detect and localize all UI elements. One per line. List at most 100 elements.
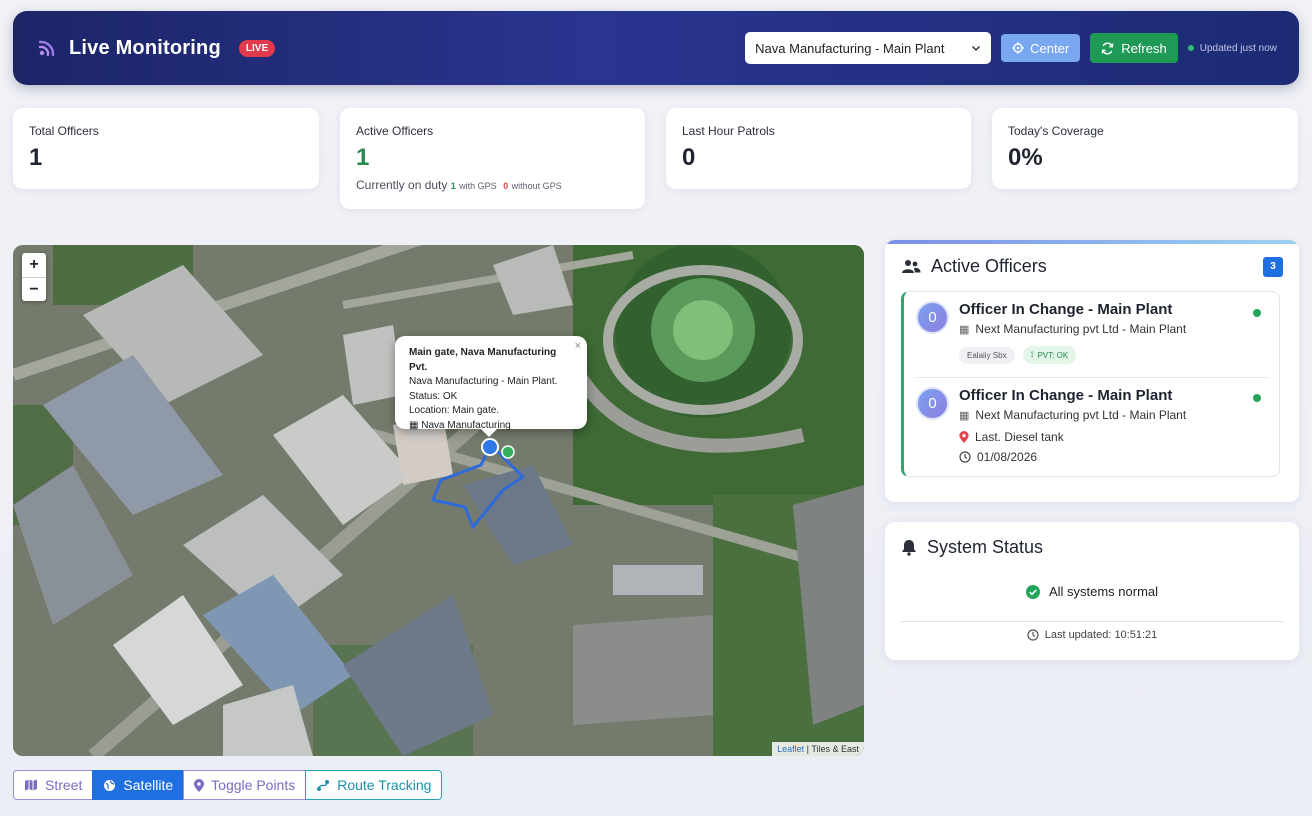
map-attribution: Leaflet | Tiles & East <box>772 742 864 756</box>
last-updated: Last updated: 10:51:21 <box>885 629 1299 641</box>
satellite-layer-button[interactable]: Satellite <box>92 770 185 800</box>
page-title: Live Monitoring <box>69 36 221 59</box>
tiles-credit: | Tiles & East <box>806 744 859 754</box>
updated-status: Updated just now <box>1187 42 1277 54</box>
officer-card[interactable]: 0 Officer In Change - Main Plant ▦ Next … <box>904 292 1279 377</box>
clock-icon <box>1027 629 1039 641</box>
status-dot <box>1187 45 1194 51</box>
satellite-label: Satellite <box>123 777 174 793</box>
avatar: 0 <box>916 387 949 420</box>
officer-name: Officer In Change - Main Plant <box>959 387 1173 404</box>
system-status-text: All systems normal <box>1048 584 1159 599</box>
officer-card[interactable]: 0 Officer In Change - Main Plant ▦ Next … <box>904 378 1279 478</box>
popup-line: Location: Main gate. <box>409 405 500 416</box>
officer-company: Next Manufacturing pvt Ltd - Main Plant <box>975 408 1187 422</box>
officer-location-marker <box>481 438 499 456</box>
zoom-out-button[interactable]: − <box>22 277 46 301</box>
last-updated-text: Last updated: 10:51:21 <box>1044 629 1158 641</box>
officer-list: 0 Officer In Change - Main Plant ▦ Next … <box>901 291 1280 477</box>
map-popup: × Main gate, Nava Manufacturing Pvt. Nav… <box>395 336 587 437</box>
avatar: 0 <box>916 301 949 334</box>
popup-line: Nava Manufacturing - Main Plant. <box>409 376 558 387</box>
stat-label: Active Officers <box>356 124 434 138</box>
system-status-row: All systems normal <box>885 584 1299 599</box>
popup-company: Nava Manufacturing <box>421 419 511 431</box>
active-officers-panel: Active Officers 3 0 Officer In Change - … <box>885 240 1299 502</box>
point-marker <box>501 445 515 459</box>
stat-last-hour-patrols: Last Hour Patrols 0 <box>666 108 971 189</box>
stat-label: Last Hour Patrols <box>682 124 775 138</box>
map-layer-controls: Street Satellite Toggle Points Route Tra… <box>13 770 443 800</box>
officer-date: 01/08/2026 <box>977 450 1038 464</box>
street-label: Street <box>45 777 83 793</box>
stat-label: Today's Coverage <box>1008 124 1104 138</box>
toggle-points-label: Toggle Points <box>211 777 296 793</box>
stat-todays-coverage: Today's Coverage 0% <box>992 108 1298 189</box>
signal-icon: ⟟ <box>1030 350 1034 359</box>
stat-value: 0 <box>682 144 696 171</box>
officer-location: Last. Diesel tank <box>975 430 1064 444</box>
panel-title: System Status <box>927 537 1044 557</box>
officer-chip: Ealaiiy Sbx <box>959 346 1015 364</box>
popup-line: ▦ Nava Manufacturing <box>409 419 573 434</box>
route-icon <box>317 779 330 791</box>
refresh-icon <box>1101 42 1114 54</box>
refresh-button[interactable]: Refresh <box>1090 33 1178 63</box>
stat-value: 0% <box>1008 144 1043 171</box>
divider <box>901 621 1283 622</box>
route-tracking-button[interactable]: Route Tracking <box>305 770 443 800</box>
chevron-down-icon <box>972 45 981 52</box>
refresh-label: Refresh <box>1121 40 1167 56</box>
popup-line: Status: OK <box>409 390 458 402</box>
without-gps-label: without GPS <box>511 181 562 191</box>
map-view[interactable]: + − × Main gate, Nava Manufacturing Pvt.… <box>13 245 864 756</box>
location-pin-icon <box>959 431 969 443</box>
officers-count-badge: 3 <box>1263 256 1283 277</box>
check-circle-icon <box>1025 584 1040 599</box>
plant-select-value: Nava Manufacturing - Main Plant <box>755 40 945 56</box>
building-icon: ▦ <box>409 419 419 431</box>
building-icon: ▦ <box>959 409 970 422</box>
gps-status-chip: ⟟ PVT: OK <box>1022 346 1077 364</box>
stat-total-officers: Total Officers 1 <box>13 108 319 189</box>
stat-label: Total Officers <box>29 124 99 138</box>
with-gps-count: 1 <box>450 181 456 191</box>
brand: Live Monitoring LIVE <box>35 36 276 60</box>
stat-value: 1 <box>356 144 370 171</box>
with-gps-label: with GPS <box>459 181 497 191</box>
route-tracking-label: Route Tracking <box>337 777 432 793</box>
toggle-points-button[interactable]: Toggle Points <box>183 770 307 800</box>
satellite-icon <box>104 779 116 791</box>
updated-text: Updated just now <box>1199 42 1277 54</box>
panel-title: Active Officers <box>931 256 1047 276</box>
users-icon <box>902 259 921 273</box>
popup-title: Main gate, Nava Manufacturing Pvt. <box>409 347 557 373</box>
plant-select[interactable]: Nava Manufacturing - Main Plant <box>745 32 992 64</box>
gps-status-text: PVT: OK <box>1037 350 1069 360</box>
stat-sub: Currently on duty 1 with GPS 0 without G… <box>356 178 629 192</box>
crosshair-icon <box>1012 42 1025 54</box>
system-status-panel: System Status All systems normal Last up… <box>885 522 1299 660</box>
officer-name: Officer In Change - Main Plant <box>959 301 1173 318</box>
map-pin-icon <box>194 778 205 792</box>
center-button[interactable]: Center <box>1001 34 1081 62</box>
center-label: Center <box>1030 40 1070 56</box>
online-indicator <box>1253 309 1261 317</box>
top-header: Live Monitoring LIVE Nava Manufacturing … <box>13 11 1299 85</box>
zoom-in-button[interactable]: + <box>22 253 46 277</box>
online-indicator <box>1253 394 1261 402</box>
satellite-imagery <box>13 245 864 756</box>
officer-company: Next Manufacturing pvt Ltd - Main Plant <box>975 322 1187 336</box>
street-layer-button[interactable]: Street <box>13 770 94 800</box>
leaflet-link[interactable]: Leaflet <box>777 744 804 754</box>
without-gps-count: 0 <box>503 181 509 191</box>
popup-close-button[interactable]: × <box>575 339 581 354</box>
clock-icon <box>959 451 971 463</box>
stat-active-officers: Active Officers 1 Currently on duty 1 wi… <box>340 108 645 209</box>
stat-sub-text: Currently on duty <box>356 178 448 192</box>
building-icon: ▦ <box>959 323 970 336</box>
stat-value: 1 <box>29 144 43 171</box>
zoom-control: + − <box>22 253 46 301</box>
broadcast-icon <box>38 40 55 57</box>
bell-icon <box>902 540 916 556</box>
